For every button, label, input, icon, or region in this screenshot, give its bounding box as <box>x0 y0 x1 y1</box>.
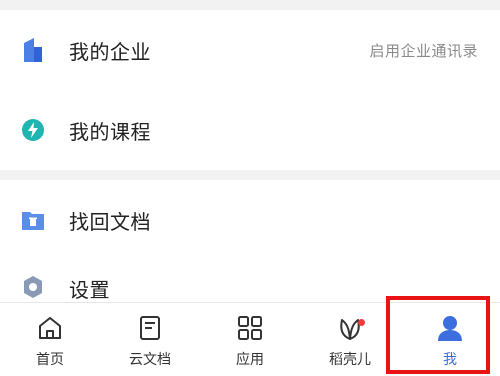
profile-screen: 我的企业 启用企业通讯录 我的课程 找回文档 设置 首页 云文档 应用 稻壳儿 … <box>0 0 500 376</box>
menu-item-label: 找回文档 <box>69 209 151 234</box>
tab-home[interactable]: 首页 <box>0 303 100 376</box>
recycle-folder-icon <box>20 207 46 233</box>
menu-item-label: 我的课程 <box>69 119 151 144</box>
top-spacer <box>0 0 500 10</box>
menu-item-my-courses[interactable]: 我的课程 <box>0 90 500 170</box>
tab-label: 云文档 <box>129 352 171 368</box>
bottom-tab-bar: 首页 云文档 应用 稻壳儿 我 <box>0 302 500 376</box>
menu-item-label: 设置 <box>69 278 110 302</box>
menu-item-label: 我的企业 <box>69 39 151 64</box>
menu-item-recover-documents[interactable]: 找回文档 <box>0 180 500 260</box>
course-icon <box>20 117 46 143</box>
apps-grid-icon <box>235 313 265 343</box>
tab-label: 我 <box>443 352 457 368</box>
document-icon <box>135 313 165 343</box>
user-icon <box>435 313 465 343</box>
settings-icon <box>20 274 46 300</box>
enable-enterprise-contacts-link[interactable]: 启用企业通讯录 <box>369 40 478 61</box>
tab-label: 稻壳儿 <box>329 352 371 368</box>
tab-cloud-documents[interactable]: 云文档 <box>100 303 200 376</box>
menu-item-my-enterprise[interactable]: 我的企业 启用企业通讯录 <box>0 10 500 90</box>
menu-group-primary: 我的企业 启用企业通讯录 我的课程 <box>0 10 500 170</box>
tab-apps[interactable]: 应用 <box>200 303 300 376</box>
notification-badge <box>358 319 365 326</box>
tab-docer[interactable]: 稻壳儿 <box>300 303 400 376</box>
leaf-icon <box>335 313 365 343</box>
section-divider <box>0 170 500 180</box>
tab-label: 首页 <box>36 352 64 368</box>
home-icon <box>35 313 65 343</box>
tab-me[interactable]: 我 <box>400 303 500 376</box>
building-icon <box>20 37 46 63</box>
tab-label: 应用 <box>236 352 264 368</box>
